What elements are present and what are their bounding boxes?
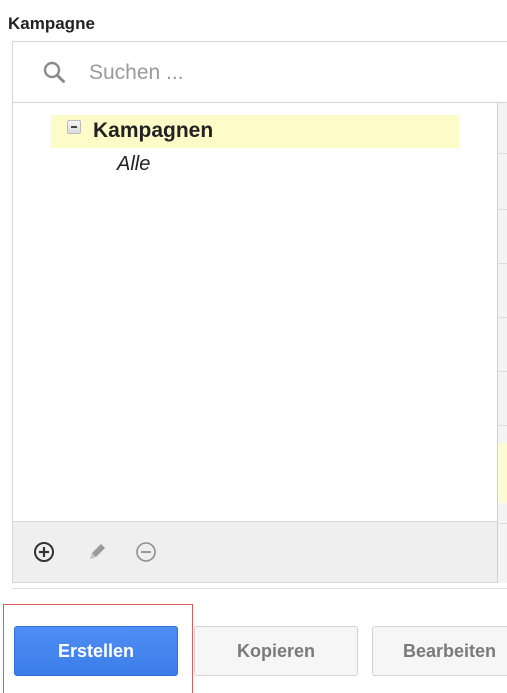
collapse-icon[interactable] [67,120,81,134]
search-icon [43,61,65,83]
create-button[interactable]: Erstellen [14,626,178,676]
tree-node-alle[interactable]: Alle [117,153,150,176]
copy-button[interactable]: Kopieren [194,626,358,676]
edit-button[interactable]: Bearbeiten [372,626,507,676]
search-input[interactable] [89,56,489,90]
tree-node-kampagnen[interactable]: Kampagnen [51,115,459,148]
remove-circle-icon[interactable] [135,541,157,563]
side-panel [497,103,507,583]
divider [12,588,507,589]
section-label: Kampagne [8,14,95,33]
add-circle-icon[interactable] [33,541,55,563]
campaign-tree: Kampagnen Alle [12,103,497,522]
tree-toolbar [12,522,497,583]
tree-node-label: Kampagnen [93,119,214,142]
pencil-icon[interactable] [86,541,108,563]
search-box[interactable] [12,41,507,103]
